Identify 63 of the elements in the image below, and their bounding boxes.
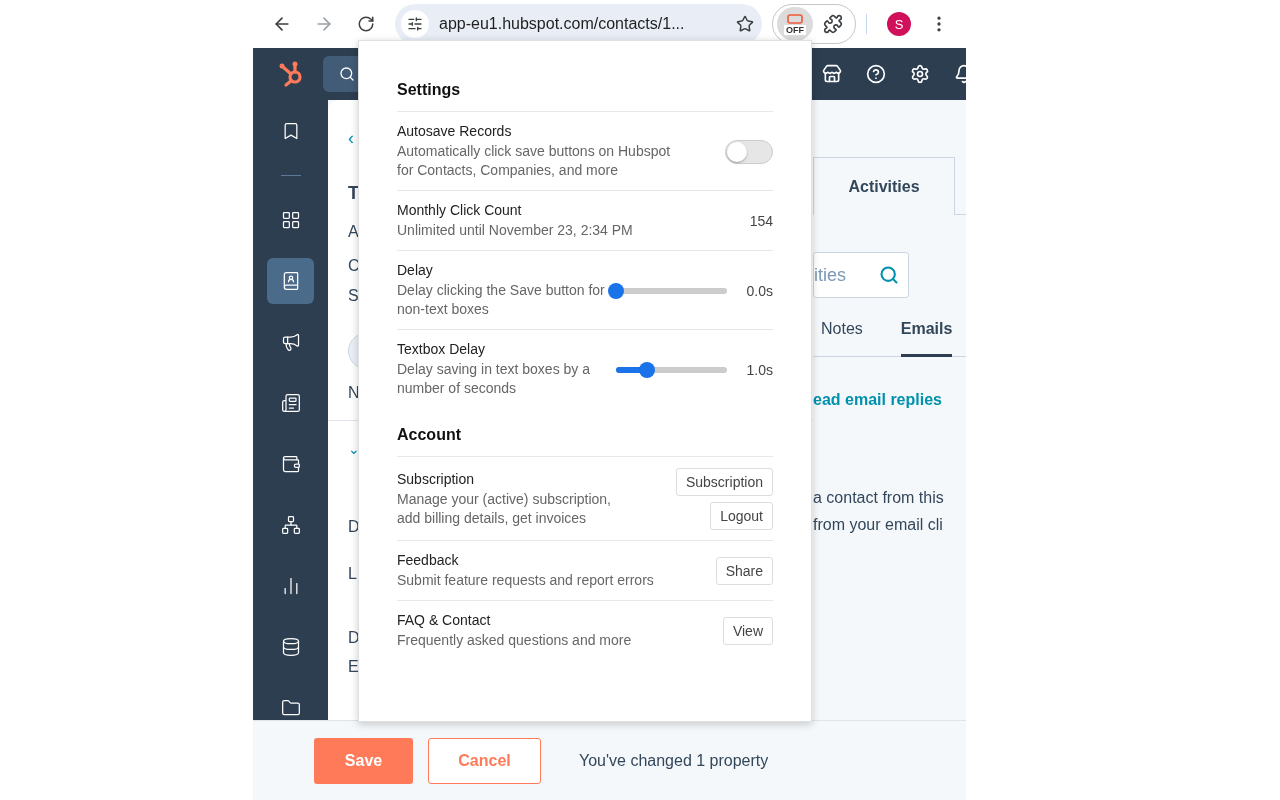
extensions-icon[interactable] xyxy=(823,14,843,34)
extension-logo-icon xyxy=(787,13,803,24)
slider-reading: 0.0s xyxy=(746,282,773,299)
setting-description: Delay clicking the Save button for non-text boxes xyxy=(397,281,606,319)
back-link[interactable]: ‹ xyxy=(348,128,354,149)
record-text: L xyxy=(348,563,357,583)
panel-tab[interactable]: Activities xyxy=(813,157,955,215)
megaphone-icon xyxy=(280,331,301,352)
action-button[interactable]: Subscription xyxy=(675,468,773,496)
record-text: E xyxy=(348,656,359,677)
action-button[interactable]: View xyxy=(722,617,773,645)
setting-description: Automatically click save buttons on Hubspot for Contacts, Companies, and more xyxy=(397,142,672,180)
grid-icon xyxy=(280,209,301,230)
setting-label: Feedback xyxy=(397,552,459,568)
filter-tab[interactable]: Notes xyxy=(821,320,863,357)
record-text: T xyxy=(348,183,359,205)
settings-icon[interactable] xyxy=(910,64,930,84)
chevron-icon[interactable]: ⌄ xyxy=(348,441,360,458)
setting-label: Textbox Delay xyxy=(397,341,485,357)
action-button[interactable]: Logout xyxy=(710,502,773,530)
bookmark-star-icon[interactable] xyxy=(736,15,754,33)
slider-reading: 1.0s xyxy=(746,361,773,378)
record-text: S xyxy=(348,285,359,306)
store-icon[interactable] xyxy=(822,64,842,84)
message-text: from your email cli xyxy=(813,516,943,534)
activity-search-field[interactable]: ities xyxy=(813,252,909,298)
sliders-icon xyxy=(407,16,423,32)
hierarchy-icon xyxy=(280,514,301,535)
extension-button[interactable]: OFF xyxy=(777,7,813,41)
setting-description: Manage your (active) subscription, add billing details, get invoices xyxy=(397,489,612,528)
setting-label: FAQ & Contact xyxy=(397,612,491,628)
section-title: Account xyxy=(397,426,461,444)
site-settings-button[interactable] xyxy=(401,10,429,38)
click-count: 154 xyxy=(749,213,773,229)
message-text: a contact from this xyxy=(813,489,944,507)
section-title: Settings xyxy=(397,81,461,99)
profile-avatar[interactable]: S xyxy=(887,12,911,36)
autosave-toggle[interactable] xyxy=(725,139,773,164)
reload-icon xyxy=(357,15,375,33)
search-icon xyxy=(339,66,355,82)
wallet-icon xyxy=(280,453,301,474)
setting-label: Delay xyxy=(397,262,433,278)
changes-message: You've changed 1 property xyxy=(579,751,769,770)
setting-description: Submit feature requests and report errors xyxy=(397,571,654,590)
record-text: A xyxy=(348,221,359,241)
document-icon xyxy=(280,392,301,413)
action-button[interactable]: Share xyxy=(715,557,773,585)
slider-thumb[interactable] xyxy=(638,361,655,378)
sidebar-item[interactable] xyxy=(267,257,314,304)
setting-description: Delay saving in text boxes by a number of seconds xyxy=(397,360,591,398)
setting-label: Monthly Click Count xyxy=(397,202,522,218)
folder-icon xyxy=(280,697,301,718)
setting-label: Autosave Records xyxy=(397,123,512,139)
setting-description: Unlimited until November 23, 2:34 PM xyxy=(397,221,633,240)
help-icon[interactable] xyxy=(866,64,886,84)
search-icon[interactable] xyxy=(879,265,899,285)
setting-description: Frequently asked questions and more xyxy=(397,631,632,650)
setting-label: Subscription xyxy=(397,470,475,487)
filter-tab[interactable]: Emails xyxy=(900,320,953,357)
slider-thumb[interactable] xyxy=(607,282,624,299)
database-icon xyxy=(280,636,301,657)
record-text: N xyxy=(348,383,360,403)
url-text: app-eu1.hubspot.com/contacts/1... xyxy=(439,15,686,33)
